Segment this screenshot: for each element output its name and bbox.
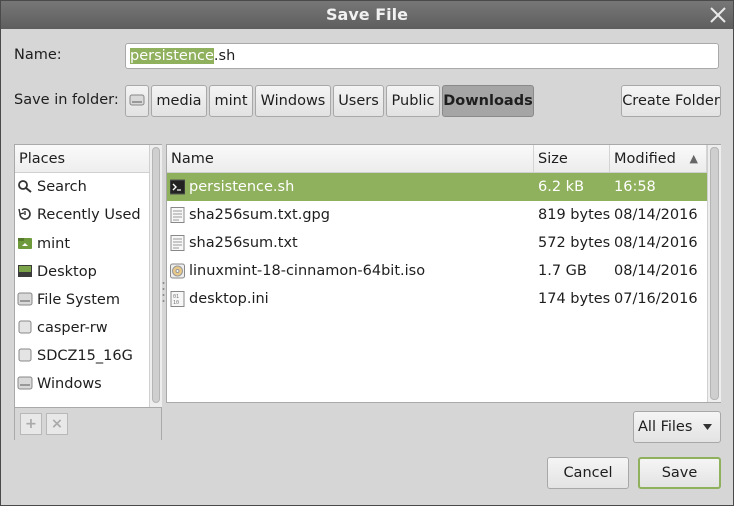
file-modified: 08/14/2016 <box>614 235 698 251</box>
home-folder-icon <box>18 238 32 249</box>
pane-resize-handle[interactable] <box>162 279 165 305</box>
create-folder-button[interactable]: Create Folder <box>621 85 721 117</box>
removable-drive-icon <box>18 320 32 334</box>
disc-image-icon <box>170 263 185 279</box>
drive-icon <box>17 376 33 390</box>
place-item-search[interactable]: Search <box>17 173 87 201</box>
table-row[interactable]: persistence.sh 6.2 kB 16:58 <box>167 173 707 201</box>
drive-icon <box>129 94 145 106</box>
table-row[interactable]: sha256sum.txt 572 bytes 08/14/2016 <box>167 229 707 257</box>
place-item-mint[interactable]: mint <box>17 230 70 258</box>
text-file-icon <box>170 207 185 223</box>
file-name: sha256sum.txt.gpg <box>189 207 330 223</box>
file-name: persistence.sh <box>189 179 295 195</box>
recent-icon <box>18 208 31 220</box>
name-label: Name: <box>14 47 62 63</box>
file-modified: 08/14/2016 <box>614 263 698 279</box>
filename-selected-text: persistence <box>130 48 214 64</box>
place-label: Search <box>37 179 87 195</box>
path-button-mint[interactable]: mint <box>209 85 253 117</box>
filename-input[interactable]: persistence.sh <box>125 43 719 69</box>
file-size: 572 bytes <box>538 235 611 251</box>
file-modified: 08/14/2016 <box>614 207 698 223</box>
column-header-modified[interactable]: Modified ▲ <box>610 145 707 173</box>
path-button-downloads[interactable]: Downloads <box>442 85 534 117</box>
table-row[interactable]: linuxmint-18-cinnamon-64bit.iso 1.7 GB 0… <box>167 257 707 285</box>
file-type-filter-select[interactable]: All Files <box>633 411 721 443</box>
close-icon[interactable] <box>707 4 729 26</box>
file-modified: 16:58 <box>614 179 656 195</box>
places-scrollbar[interactable] <box>149 145 162 407</box>
filename-rest-text: .sh <box>213 48 236 64</box>
path-drive-button[interactable] <box>125 85 149 117</box>
cancel-button[interactable]: Cancel <box>547 457 629 489</box>
column-header-size[interactable]: Size <box>534 145 610 173</box>
text-file-icon <box>170 235 185 251</box>
table-row[interactable]: 01 10 desktop.ini 174 bytes 07/16/2016 <box>167 285 707 313</box>
file-name: sha256sum.txt <box>189 235 298 251</box>
place-label: Windows <box>37 376 102 392</box>
places-header: Places <box>15 145 149 173</box>
place-item-sdcz15-16g[interactable]: SDCZ15_16G <box>17 342 133 370</box>
path-button-media[interactable]: media <box>151 85 207 117</box>
file-size: 6.2 kB <box>538 179 585 195</box>
drive-icon <box>17 292 33 306</box>
search-icon <box>18 180 32 193</box>
place-item-file-system[interactable]: File System <box>17 286 120 314</box>
file-modified: 07/16/2016 <box>614 291 698 307</box>
title-bar[interactable]: Save File <box>1 1 733 29</box>
desktop-icon <box>18 265 32 277</box>
path-button-users[interactable]: Users <box>333 85 384 117</box>
place-label: mint <box>37 236 71 252</box>
window-title: Save File <box>326 5 408 24</box>
file-size: 174 bytes <box>538 291 611 307</box>
dropdown-arrow-icon <box>703 424 712 430</box>
place-label: Recently Used <box>37 207 141 223</box>
save-file-dialog: Save File Name: persistence.sh Save in f… <box>0 0 734 506</box>
save-button[interactable]: Save <box>638 457 721 489</box>
place-item-windows[interactable]: Windows <box>17 370 102 398</box>
file-name: desktop.ini <box>189 291 269 307</box>
path-button-public[interactable]: Public <box>386 85 440 117</box>
file-type-filter-value: All Files <box>638 419 693 435</box>
places-scrollbar-thumb[interactable] <box>152 147 160 403</box>
file-size: 819 bytes <box>538 207 611 223</box>
place-label: Desktop <box>37 264 97 280</box>
place-item-desktop[interactable]: Desktop <box>17 258 97 286</box>
file-list: Name Size Modified ▲ persistence.sh 6.2 … <box>166 144 721 403</box>
grip-dots-icon <box>162 282 165 302</box>
removable-drive-icon <box>18 348 32 362</box>
binary-file-icon: 0110 <box>170 291 185 307</box>
file-size: 1.7 GB <box>538 263 587 279</box>
column-header-name[interactable]: Name <box>167 145 534 173</box>
remove-bookmark-button[interactable]: × <box>46 413 68 435</box>
place-label: File System <box>37 292 120 308</box>
column-header-modified-label: Modified <box>614 151 676 167</box>
svg-text:10: 10 <box>173 300 179 306</box>
file-list-scrollbar[interactable] <box>707 145 721 402</box>
sort-ascending-icon: ▲ <box>689 152 698 165</box>
place-item-casper-rw[interactable]: casper-rw <box>17 314 108 342</box>
path-button-windows[interactable]: Windows <box>255 85 331 117</box>
place-item-recently-used[interactable]: Recently Used <box>17 201 141 229</box>
save-in-folder-label: Save in folder: <box>14 92 119 108</box>
places-sidebar: Places Search Recently Used mint Desktop… <box>14 144 162 440</box>
file-list-scrollbar-thumb[interactable] <box>710 147 719 400</box>
add-bookmark-button[interactable]: + <box>20 413 42 435</box>
table-row[interactable]: sha256sum.txt.gpg 819 bytes 08/14/2016 <box>167 201 707 229</box>
place-label: casper-rw <box>37 320 108 336</box>
places-toolbar: + × <box>15 407 161 440</box>
file-name: linuxmint-18-cinnamon-64bit.iso <box>189 263 426 279</box>
place-label: SDCZ15_16G <box>37 348 133 364</box>
terminal-script-icon <box>170 179 185 195</box>
